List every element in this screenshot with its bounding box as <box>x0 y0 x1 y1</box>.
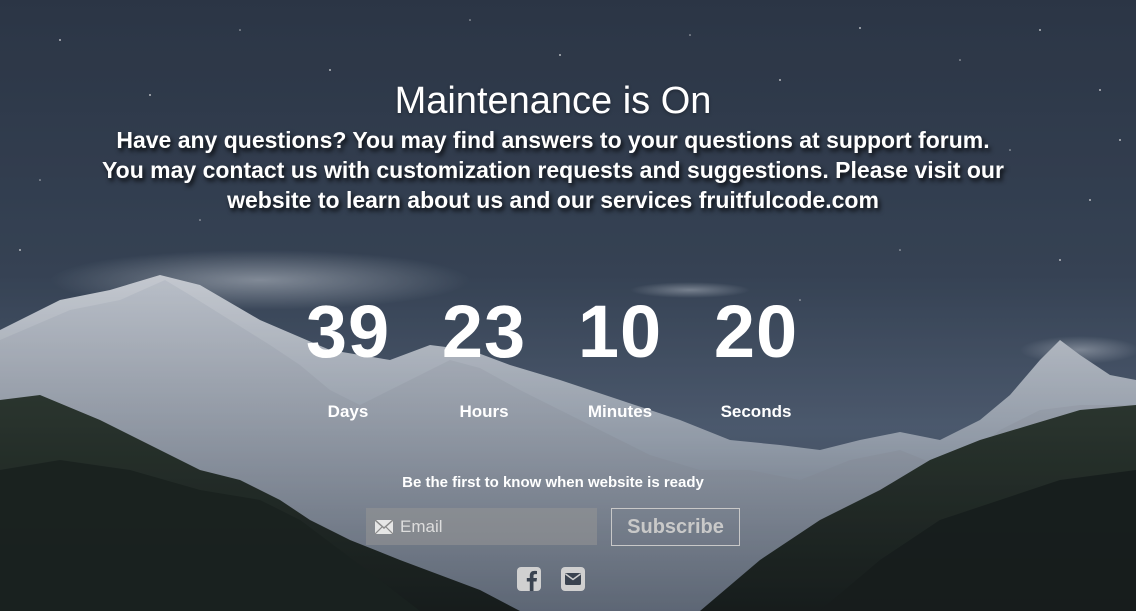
countdown-minutes-value: 10 <box>577 290 663 373</box>
social-links <box>517 567 587 591</box>
subscribe-button[interactable]: Subscribe <box>611 508 740 546</box>
page-description: Have any questions? You may find answers… <box>102 127 1004 213</box>
subscribe-form: Subscribe <box>366 508 742 546</box>
countdown-days: 39 Days <box>280 290 416 422</box>
page-title: Maintenance is On <box>394 80 712 122</box>
maintenance-page: Maintenance is On Have any questions? Yo… <box>0 0 1136 611</box>
countdown-minutes-label: Minutes <box>587 402 653 421</box>
countdown-hours-label: Hours <box>459 402 509 421</box>
countdown-hours-value: 23 <box>441 290 527 373</box>
countdown-seconds-value: 20 <box>713 290 799 373</box>
countdown-days-value: 39 <box>305 290 391 373</box>
facebook-icon[interactable] <box>517 567 541 591</box>
countdown-hours: 23 Hours <box>416 290 552 422</box>
countdown-minutes: 10 Minutes <box>552 290 688 422</box>
email-field[interactable] <box>400 508 590 545</box>
email-field-wrapper <box>366 508 597 545</box>
countdown-days-label: Days <box>327 402 369 421</box>
countdown: 39 Days 23 Hours 10 Minutes 20 Seconds <box>280 290 826 430</box>
countdown-seconds: 20 Seconds <box>688 290 824 422</box>
email-icon[interactable] <box>561 567 585 591</box>
countdown-seconds-label: Seconds <box>720 402 792 421</box>
content: Maintenance is On Have any questions? Yo… <box>0 0 1136 611</box>
envelope-icon <box>375 520 393 534</box>
subscribe-heading: Be the first to know when website is rea… <box>402 474 704 491</box>
